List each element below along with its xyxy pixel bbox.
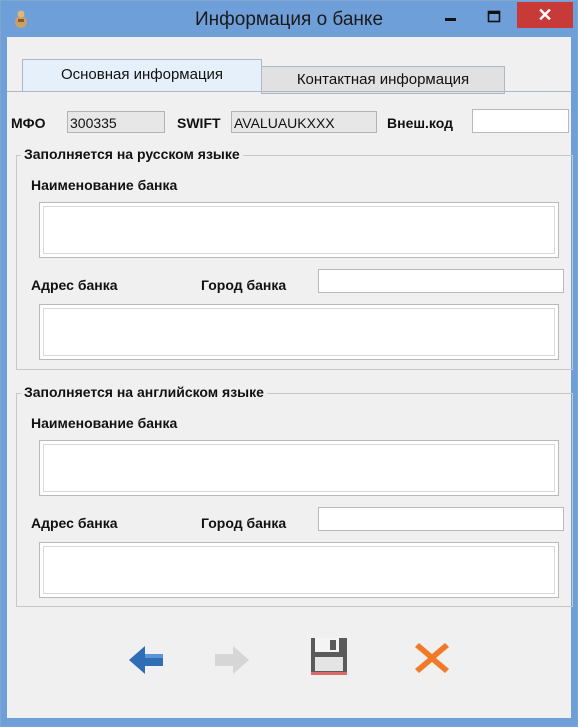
russian-group: Заполняется на русском языке Наименовани… <box>16 146 573 370</box>
external-code-input[interactable] <box>472 109 569 133</box>
close-x-icon[interactable] <box>409 635 455 681</box>
maximize-button[interactable] <box>479 5 509 29</box>
ru-bank-name-label: Наименование банка <box>31 177 178 193</box>
client-area: Основная информация Контактная информаци… <box>7 37 573 718</box>
floppy-disk-icon[interactable] <box>306 633 352 679</box>
en-bank-name-input[interactable] <box>39 440 559 496</box>
minimize-button[interactable] <box>436 5 466 29</box>
mfo-field[interactable]: 300335 <box>67 111 165 133</box>
swift-field[interactable]: AVALUAUKXXX <box>231 111 377 133</box>
en-bank-name-label: Наименование банка <box>31 415 178 431</box>
tab-contact-info[interactable]: Контактная информация <box>261 66 505 94</box>
ru-bank-city-input[interactable] <box>318 269 564 293</box>
en-bank-address-label: Адрес банка <box>31 515 118 531</box>
en-bank-address-input[interactable] <box>39 542 559 598</box>
en-bank-city-input[interactable] <box>318 507 564 531</box>
ru-bank-city-label: Город банка <box>201 277 287 293</box>
russian-group-legend: Заполняется на русском языке <box>21 146 243 162</box>
ru-bank-address-input[interactable] <box>39 304 559 360</box>
arrow-left-icon[interactable] <box>123 637 169 683</box>
english-group-legend: Заполняется на английском языке <box>21 384 267 400</box>
external-code-label: Внеш.код <box>387 115 453 131</box>
swift-label: SWIFT <box>177 115 221 131</box>
bank-info-window: Информация о банке ✕ Основная информация… <box>0 0 578 727</box>
tab-divider <box>7 91 571 92</box>
arrow-right-icon[interactable] <box>209 637 255 683</box>
ru-bank-address-label: Адрес банка <box>31 277 118 293</box>
title-bar[interactable]: Информация о банке ✕ <box>1 1 577 37</box>
close-icon: ✕ <box>537 5 553 25</box>
mfo-label: МФО <box>11 115 46 131</box>
en-bank-city-label: Город банка <box>201 515 287 531</box>
tab-main-info[interactable]: Основная информация <box>22 59 262 91</box>
close-button[interactable]: ✕ <box>517 2 573 28</box>
english-group: Заполняется на английском языке Наименов… <box>16 384 573 607</box>
ru-bank-name-input[interactable] <box>39 202 559 258</box>
